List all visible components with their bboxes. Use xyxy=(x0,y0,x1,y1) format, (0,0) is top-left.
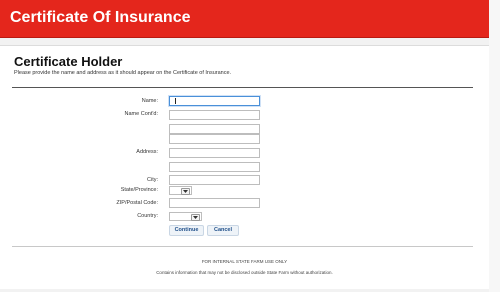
section-divider xyxy=(12,87,473,88)
page: Certificate Of Insurance Certificate Hol… xyxy=(0,0,500,292)
state-select[interactable] xyxy=(169,186,192,195)
address-input-1[interactable] xyxy=(169,134,260,144)
zip-label: ZIP/Postal Code: xyxy=(116,200,158,206)
address-label: Address: xyxy=(136,149,158,155)
name-contd-label: Name Cont'd: xyxy=(124,111,158,117)
header-banner: Certificate Of Insurance xyxy=(0,0,489,38)
country-label: Country: xyxy=(137,213,158,219)
address-input-3[interactable] xyxy=(169,162,260,172)
name-input[interactable] xyxy=(169,96,260,106)
text-caret xyxy=(175,98,176,104)
zip-input[interactable] xyxy=(169,198,260,208)
state-label: State/Province: xyxy=(120,187,158,193)
name-contd-input-2[interactable] xyxy=(169,124,260,134)
footer-disclosure-notice: Contains information that may not be dis… xyxy=(156,270,333,275)
continue-button[interactable]: Continue xyxy=(169,225,204,236)
chevron-down-icon xyxy=(181,188,190,195)
country-select[interactable] xyxy=(169,212,202,221)
city-label: City: xyxy=(147,177,158,183)
cancel-button[interactable]: Cancel xyxy=(207,225,239,236)
section-title: Certificate Holder xyxy=(14,54,123,69)
footer-divider xyxy=(12,246,473,247)
name-contd-input-1[interactable] xyxy=(169,110,260,120)
certificate-holder-panel: Certificate Holder Please provide the na… xyxy=(0,45,490,289)
chevron-down-icon xyxy=(191,214,200,221)
footer-internal-notice: FOR INTERNAL STATE FARM USE ONLY xyxy=(201,259,288,264)
section-description: Please provide the name and address as i… xyxy=(14,70,232,76)
page-title: Certificate Of Insurance xyxy=(10,9,191,26)
city-input[interactable] xyxy=(169,175,260,185)
name-label: Name: xyxy=(141,98,158,104)
address-input-2[interactable] xyxy=(169,148,260,158)
scrollbar[interactable] xyxy=(489,0,500,292)
